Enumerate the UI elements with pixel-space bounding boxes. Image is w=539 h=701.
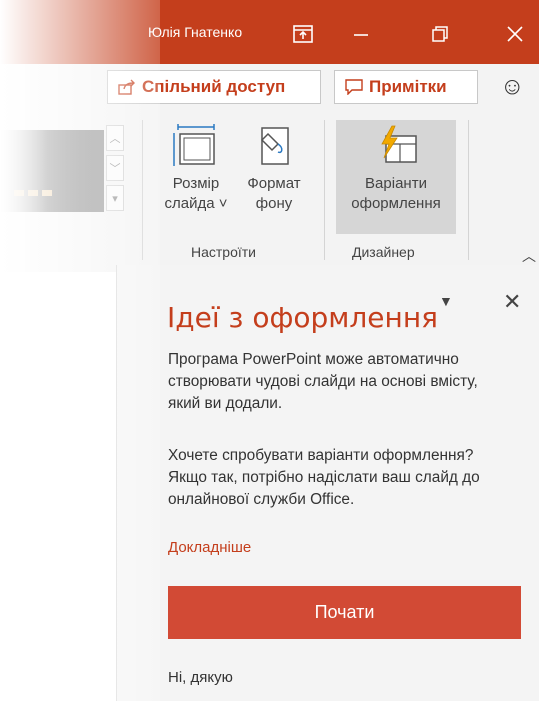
collapse-ribbon-icon[interactable]: ︿	[522, 246, 536, 266]
format-background-button[interactable]: Формат фону	[238, 124, 310, 214]
share-icon	[118, 79, 135, 95]
slide-size-icon	[173, 124, 215, 166]
minimize-icon	[354, 34, 368, 36]
pane-privacy-note: Хочете спробувати варіанти оформлення? Я…	[168, 447, 480, 508]
pane-title: Ідеї з оформлення	[167, 301, 438, 334]
design-ideas-label-1: Варіанти	[365, 175, 427, 192]
restore-button[interactable]	[420, 14, 460, 54]
pane-close-icon[interactable]: ✕	[503, 289, 521, 315]
slide-size-label-2: слайда ˅	[164, 195, 228, 212]
ribbon-separator	[142, 120, 143, 260]
theme-thumbnail[interactable]	[0, 130, 104, 212]
close-window-button[interactable]	[495, 14, 535, 54]
comments-label: Примітки	[369, 77, 447, 96]
share-button[interactable]: Спільний доступ	[107, 70, 321, 104]
share-label: Спільний доступ	[142, 77, 286, 96]
gallery-scroll-down-button[interactable]: ﹀	[106, 155, 124, 181]
start-button[interactable]: Почати	[168, 586, 521, 639]
group-label-designer: Дизайнер	[352, 244, 415, 260]
comment-icon	[345, 79, 363, 95]
minimize-button[interactable]	[341, 14, 381, 54]
ribbon-separator	[468, 120, 469, 260]
lightning-icon	[381, 125, 417, 163]
close-icon	[507, 26, 523, 42]
gallery-scroll-up-button[interactable]: ︿	[106, 125, 124, 151]
slide-area	[0, 272, 116, 701]
ribbon-display-options-button[interactable]	[283, 14, 323, 54]
format-background-label-2: фону	[255, 195, 293, 212]
group-label-customize: Настроїти	[191, 244, 257, 260]
user-name[interactable]: Юлія Гнатенко	[148, 24, 242, 40]
slide-size-button[interactable]: Розмір слайда ˅	[160, 124, 232, 214]
thumbnail-accent	[28, 190, 38, 196]
learn-more-link[interactable]: Докладніше	[168, 539, 251, 556]
no-thanks-link[interactable]: Ні, дякую	[168, 669, 233, 686]
slide-size-label-1: Розмір	[172, 175, 220, 192]
ribbon-display-icon	[293, 25, 313, 43]
title-bar: Юлія Гнатенко	[0, 0, 539, 64]
ribbon-separator	[324, 120, 325, 260]
pane-description: Програма PowerPoint може автоматично ств…	[168, 351, 478, 412]
restore-icon	[432, 26, 448, 42]
design-ideas-label-2: оформлення	[351, 195, 441, 212]
thumbnail-accent	[14, 190, 24, 196]
thumbnail-accent	[42, 190, 52, 196]
design-ideas-button[interactable]: Варіанти оформлення	[336, 124, 456, 214]
comments-button[interactable]: Примітки	[334, 70, 478, 104]
format-background-label-1: Формат	[247, 175, 301, 192]
pane-options-icon[interactable]: ▼	[439, 293, 453, 309]
format-background-icon	[260, 127, 289, 165]
gallery-more-button[interactable]: ▾	[106, 185, 124, 211]
design-ideas-pane: Ідеї з оформлення ▼ ✕ Програма PowerPoin…	[116, 265, 539, 701]
feedback-smiley-icon[interactable]: ☺	[500, 73, 525, 101]
